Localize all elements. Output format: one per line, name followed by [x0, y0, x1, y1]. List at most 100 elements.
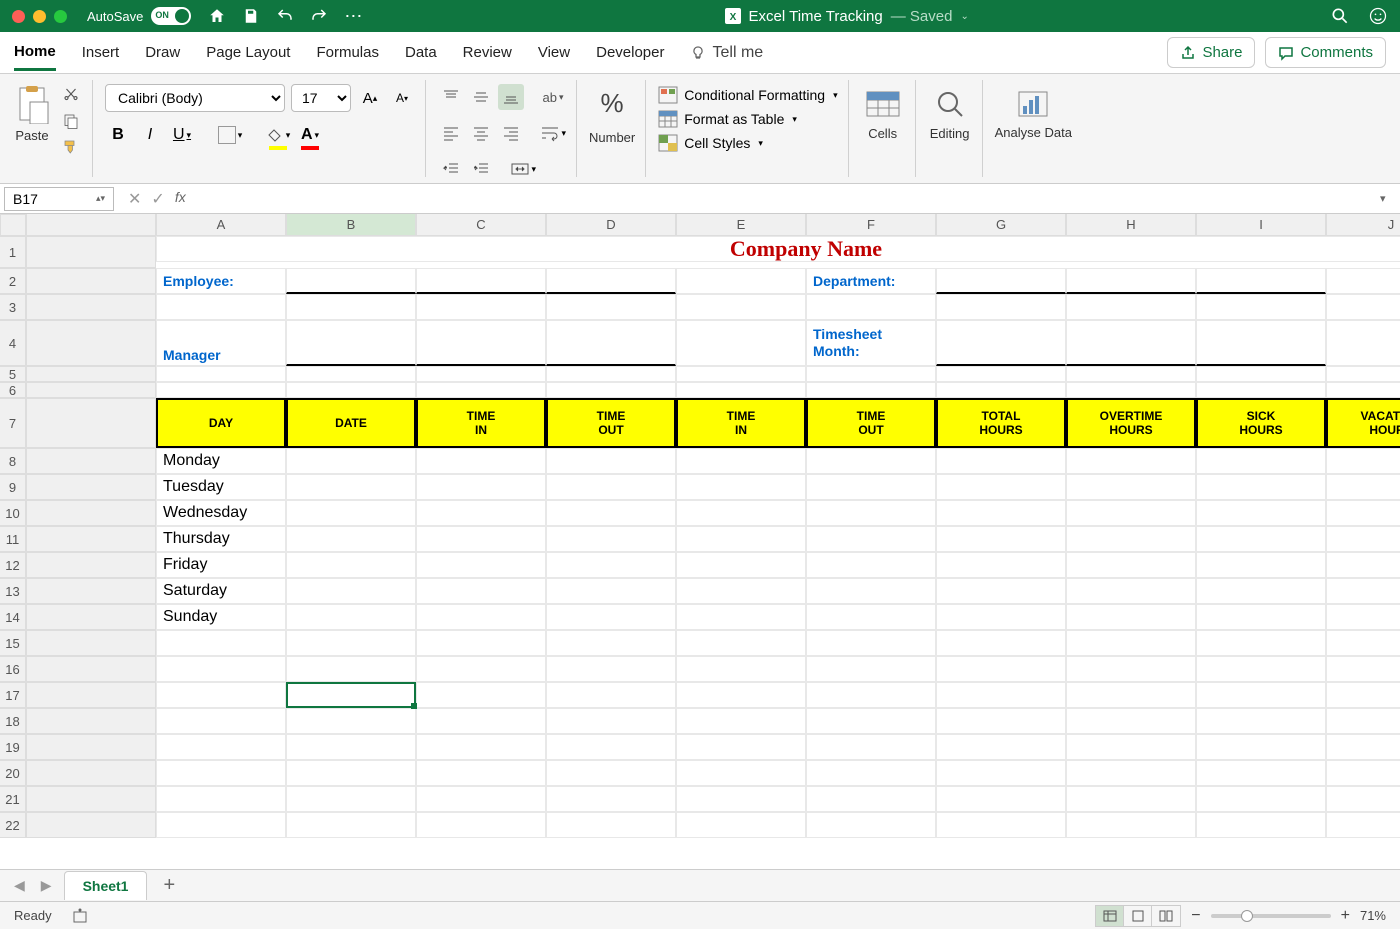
cell[interactable]: [286, 294, 416, 320]
align-left-icon[interactable]: [438, 120, 464, 146]
cell[interactable]: [806, 682, 936, 708]
cell[interactable]: [1066, 734, 1196, 760]
worksheet[interactable]: ABCDEFGHIJ1Company Name2Employee:Departm…: [0, 214, 1400, 869]
row-header-20[interactable]: 20: [0, 760, 26, 786]
borders-button[interactable]: ▾: [217, 122, 243, 148]
cell[interactable]: [676, 448, 806, 474]
cell[interactable]: [936, 320, 1066, 366]
header-cell[interactable]: DAY: [156, 398, 286, 448]
cell[interactable]: [546, 500, 676, 526]
cell[interactable]: [1326, 604, 1400, 630]
cell[interactable]: [676, 734, 806, 760]
cell[interactable]: [806, 812, 936, 838]
wrap-text-button[interactable]: ▾: [540, 120, 566, 146]
cell[interactable]: [156, 656, 286, 682]
cell[interactable]: [1196, 320, 1326, 366]
day-cell[interactable]: Wednesday: [156, 500, 286, 526]
cell[interactable]: [1326, 366, 1400, 382]
cell[interactable]: [1326, 786, 1400, 812]
cell[interactable]: [676, 578, 806, 604]
align-center-icon[interactable]: [468, 120, 494, 146]
cell-styles-button[interactable]: Cell Styles▾: [658, 134, 837, 152]
increase-indent-icon[interactable]: [468, 156, 494, 182]
paste-button[interactable]: Paste: [10, 80, 54, 147]
cell[interactable]: [1196, 474, 1326, 500]
cell[interactable]: [286, 812, 416, 838]
cell[interactable]: [676, 552, 806, 578]
normal-view-icon[interactable]: [1096, 906, 1124, 926]
cell[interactable]: [156, 630, 286, 656]
italic-button[interactable]: I: [137, 122, 163, 148]
cells-button[interactable]: Cells: [861, 80, 905, 141]
copy-icon[interactable]: [60, 112, 82, 130]
cell[interactable]: [806, 604, 936, 630]
cell[interactable]: [676, 812, 806, 838]
col-header-F[interactable]: F: [806, 214, 936, 236]
cell[interactable]: [1066, 474, 1196, 500]
chevron-down-icon[interactable]: ⌄: [960, 11, 968, 22]
cell[interactable]: [1326, 552, 1400, 578]
cell[interactable]: [1196, 382, 1326, 398]
cell[interactable]: [546, 526, 676, 552]
cell[interactable]: [1196, 268, 1326, 294]
cell[interactable]: [1196, 734, 1326, 760]
redo-icon[interactable]: [309, 6, 329, 26]
tell-me-search[interactable]: Tell me: [690, 44, 763, 62]
cell[interactable]: [1066, 382, 1196, 398]
cell[interactable]: [936, 630, 1066, 656]
cell[interactable]: [156, 734, 286, 760]
cell[interactable]: [546, 682, 676, 708]
company-name-cell[interactable]: Company Name: [156, 236, 1400, 262]
header-cell[interactable]: TIMEIN: [416, 398, 546, 448]
row-header-10[interactable]: 10: [0, 500, 26, 526]
cell[interactable]: [546, 294, 676, 320]
col-header-J[interactable]: J: [1326, 214, 1400, 236]
fill-color-button[interactable]: ▾: [265, 122, 291, 148]
tab-developer[interactable]: Developer: [596, 36, 664, 69]
cell[interactable]: [156, 708, 286, 734]
cell[interactable]: [936, 604, 1066, 630]
cell[interactable]: [806, 708, 936, 734]
zoom-out-icon[interactable]: −: [1191, 907, 1200, 925]
row-header-21[interactable]: 21: [0, 786, 26, 812]
cell[interactable]: [1196, 366, 1326, 382]
cell[interactable]: [806, 526, 936, 552]
cell[interactable]: [1326, 294, 1400, 320]
cell[interactable]: [1066, 448, 1196, 474]
cell[interactable]: [286, 320, 416, 366]
cell[interactable]: [676, 474, 806, 500]
manager-label-cell[interactable]: Manager: [156, 320, 286, 366]
cell[interactable]: [936, 474, 1066, 500]
tab-insert[interactable]: Insert: [82, 36, 120, 69]
zoom-in-icon[interactable]: +: [1341, 907, 1350, 925]
save-icon[interactable]: [241, 6, 261, 26]
cell[interactable]: [936, 578, 1066, 604]
cell[interactable]: [936, 682, 1066, 708]
add-sheet-button[interactable]: +: [155, 874, 183, 897]
cell[interactable]: [1066, 500, 1196, 526]
decrease-indent-icon[interactable]: [438, 156, 464, 182]
tab-formulas[interactable]: Formulas: [316, 36, 379, 69]
cell[interactable]: [546, 448, 676, 474]
cell[interactable]: [416, 760, 546, 786]
header-cell[interactable]: SICKHOURS: [1196, 398, 1326, 448]
cell[interactable]: [546, 760, 676, 786]
cell[interactable]: [1326, 656, 1400, 682]
cell[interactable]: [806, 366, 936, 382]
cell[interactable]: [1196, 448, 1326, 474]
cell[interactable]: [1196, 526, 1326, 552]
cell[interactable]: [546, 708, 676, 734]
cell[interactable]: [286, 448, 416, 474]
cell[interactable]: [936, 448, 1066, 474]
row-header-16[interactable]: 16: [0, 656, 26, 682]
more-icon[interactable]: ⋯: [343, 6, 363, 26]
day-cell[interactable]: Monday: [156, 448, 286, 474]
col-header-D[interactable]: D: [546, 214, 676, 236]
cell[interactable]: [286, 682, 416, 708]
cell[interactable]: [1326, 682, 1400, 708]
font-family-select[interactable]: Calibri (Body): [105, 84, 285, 112]
cell[interactable]: [416, 630, 546, 656]
cell[interactable]: [1066, 294, 1196, 320]
search-icon[interactable]: [1330, 6, 1350, 26]
cell[interactable]: [156, 760, 286, 786]
